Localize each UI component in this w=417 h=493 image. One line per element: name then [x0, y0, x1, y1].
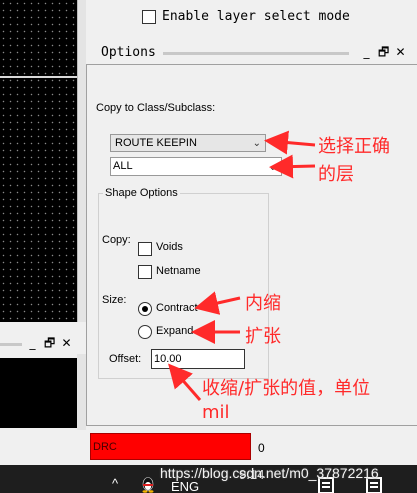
annotation-offset-line1: 收缩/扩张的值，单位 [202, 378, 371, 399]
arrow-to-contract [194, 291, 241, 315]
annotation-layer-line2: 的层 [318, 164, 354, 185]
annotation-offset-line2: mil [202, 402, 230, 423]
annotation-expand: 扩张 [245, 326, 281, 347]
arrow-to-subclass-select [269, 154, 316, 179]
arrow-to-class-select [264, 130, 316, 155]
annotation-layer-line1: 选择正确 [318, 136, 390, 157]
annotation-contract: 内缩 [245, 293, 281, 314]
arrow-to-offset [168, 363, 202, 401]
